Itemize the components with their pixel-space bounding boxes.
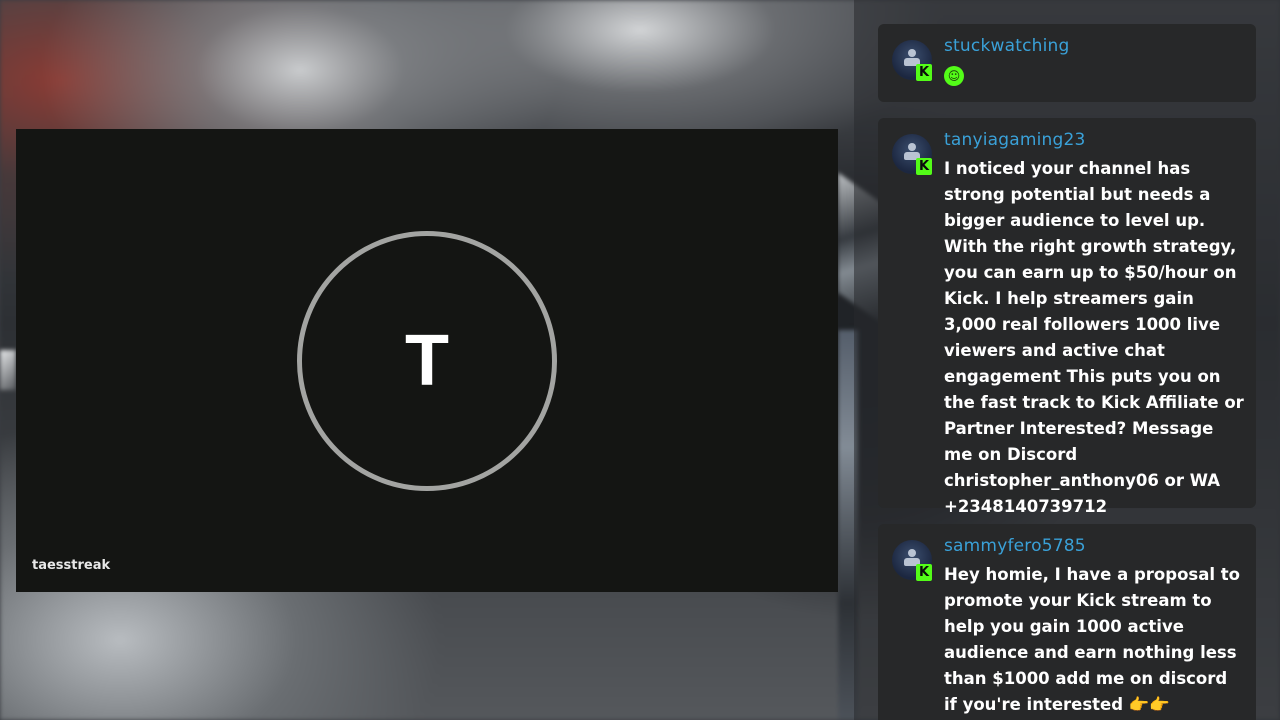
kick-badge-icon: K	[916, 564, 932, 581]
chat-username[interactable]: tanyiagaming23	[944, 130, 1086, 150]
video-player[interactable]: T taesstreak	[16, 129, 838, 592]
chat-username[interactable]: sammyfero5785	[944, 536, 1086, 556]
chat-message-text: Hey homie, I have a proposal to promote …	[944, 565, 1240, 714]
avatar-letter: T	[405, 321, 449, 401]
chat-username[interactable]: stuckwatching	[944, 36, 1070, 56]
user-avatar[interactable]: K	[892, 40, 932, 81]
kick-badge-icon: K	[916, 64, 932, 81]
user-avatar[interactable]: K	[892, 540, 932, 581]
chat-panel: K stuckwatching ☺ K tanyiagaming23 I not…	[854, 0, 1280, 720]
chat-message: K sammyfero5785 Hey homie, I have a prop…	[878, 524, 1256, 720]
chat-message-text: I noticed your channel has strong potent…	[944, 159, 1244, 516]
background-shape	[0, 350, 16, 390]
chat-message: K stuckwatching ☺	[878, 24, 1256, 102]
kick-emote-icon: ☺	[944, 65, 964, 86]
kick-badge-icon: K	[916, 158, 932, 175]
user-avatar[interactable]: K	[892, 134, 932, 175]
chat-message: K tanyiagaming23 I noticed your channel …	[878, 118, 1256, 516]
channel-name: taesstreak	[32, 558, 111, 573]
channel-avatar: T	[297, 231, 557, 491]
chat-message-text: ☺	[944, 62, 1244, 88]
